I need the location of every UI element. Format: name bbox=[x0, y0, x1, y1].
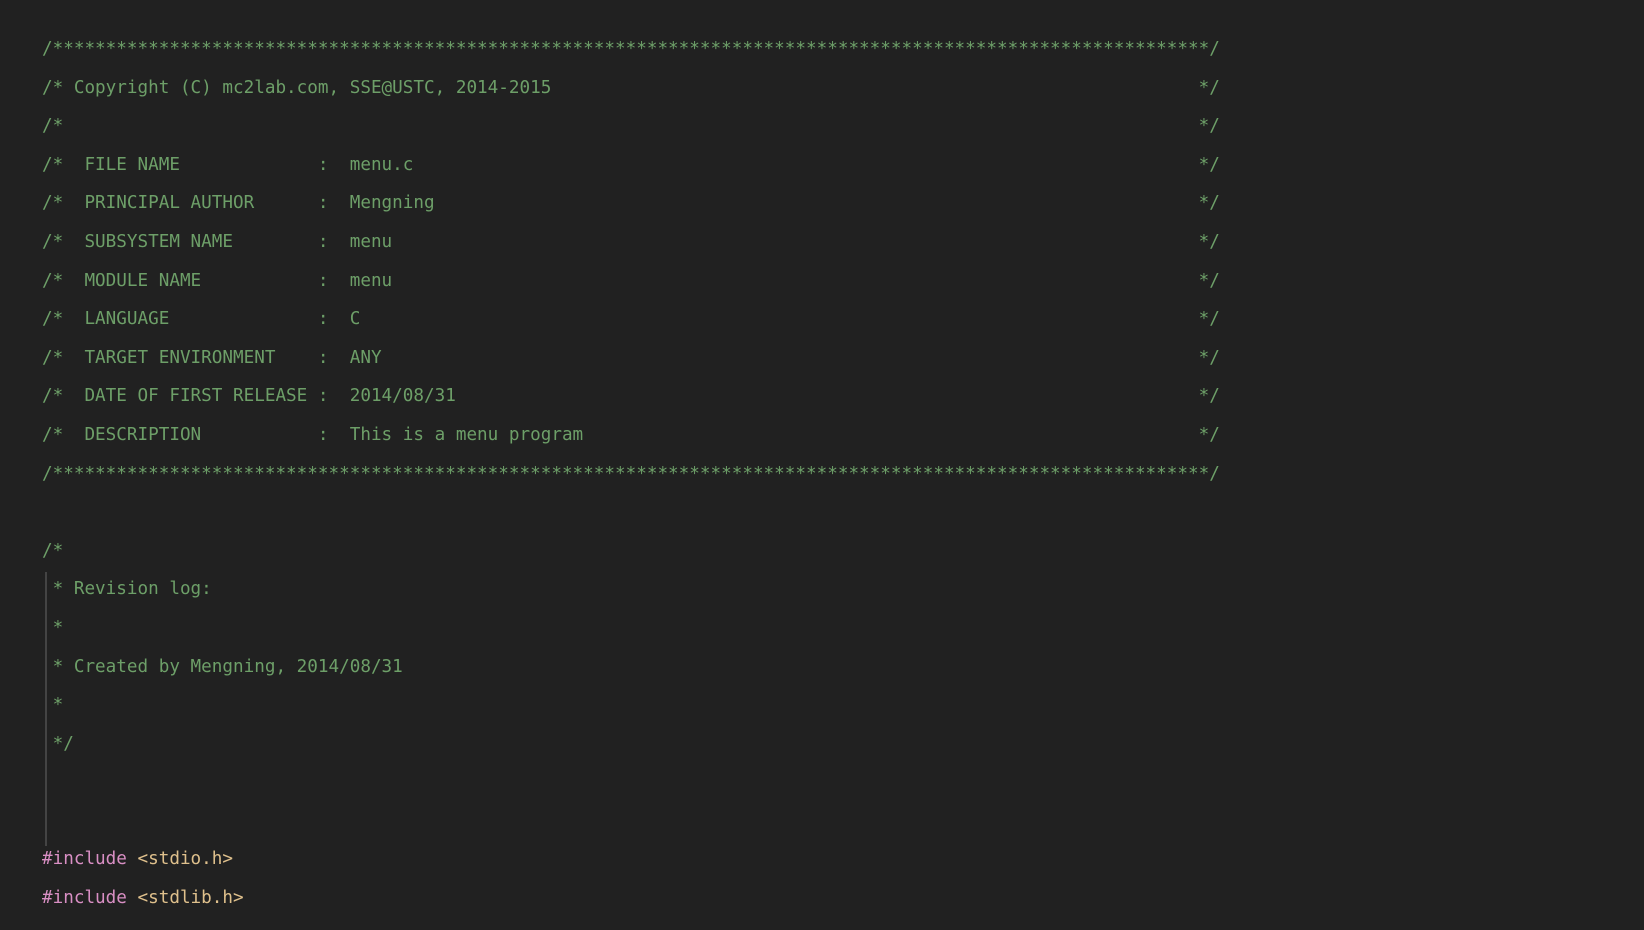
comment-text: * bbox=[42, 617, 64, 638]
code-line[interactable] bbox=[0, 763, 1644, 802]
comment-text: * Revision log: bbox=[42, 579, 212, 600]
code-line[interactable]: /* SUBSYSTEM NAME : menu */ bbox=[0, 223, 1644, 262]
comment-text: /* LANGUAGE : C */ bbox=[42, 309, 1220, 330]
comment-text: */ bbox=[42, 733, 74, 754]
code-line[interactable]: /* MODULE NAME : menu */ bbox=[0, 262, 1644, 301]
code-line[interactable]: /* DATE OF FIRST RELEASE : 2014/08/31 */ bbox=[0, 377, 1644, 416]
comment-text: /* DESCRIPTION : This is a menu program … bbox=[42, 424, 1220, 445]
code-line[interactable]: /***************************************… bbox=[0, 30, 1644, 69]
comment-text: /* MODULE NAME : menu */ bbox=[42, 270, 1220, 291]
code-line[interactable]: #include <stdlib.h> bbox=[0, 879, 1644, 918]
code-line[interactable]: /* */ bbox=[0, 107, 1644, 146]
code-editor-pane[interactable]: /***************************************… bbox=[0, 0, 1644, 930]
comment-text: /* Copyright (C) mc2lab.com, SSE@USTC, 2… bbox=[42, 77, 1220, 98]
comment-text: /***************************************… bbox=[42, 39, 1220, 59]
include-path: <stdio.h> bbox=[126, 849, 234, 870]
comment-text: /* TARGET ENVIRONMENT : ANY */ bbox=[42, 347, 1220, 368]
code-line[interactable]: * Created by Mengning, 2014/08/31 bbox=[0, 648, 1644, 687]
comment-text: * Created by Mengning, 2014/08/31 bbox=[42, 656, 403, 677]
comment-text: /* DATE OF FIRST RELEASE : 2014/08/31 */ bbox=[42, 386, 1220, 407]
code-line[interactable] bbox=[0, 802, 1644, 841]
comment-text: /* */ bbox=[42, 116, 1220, 137]
code-line[interactable]: /* Copyright (C) mc2lab.com, SSE@USTC, 2… bbox=[0, 69, 1644, 108]
code-line[interactable]: * Revision log: bbox=[0, 570, 1644, 609]
code-line[interactable]: /* DESCRIPTION : This is a menu program … bbox=[0, 416, 1644, 455]
code-line[interactable]: /* PRINCIPAL AUTHOR : Mengning */ bbox=[0, 184, 1644, 223]
code-line[interactable]: /* LANGUAGE : C */ bbox=[0, 300, 1644, 339]
code-line[interactable]: * bbox=[0, 686, 1644, 725]
code-line[interactable]: /* FILE NAME : menu.c */ bbox=[0, 146, 1644, 185]
comment-text: /* PRINCIPAL AUTHOR : Mengning */ bbox=[42, 193, 1220, 214]
comment-text: * bbox=[42, 695, 64, 716]
comment-text: /***************************************… bbox=[42, 463, 1220, 484]
code-line[interactable]: /* TARGET ENVIRONMENT : ANY */ bbox=[0, 339, 1644, 378]
code-line[interactable]: * bbox=[0, 609, 1644, 648]
comment-text: /* SUBSYSTEM NAME : menu */ bbox=[42, 231, 1220, 252]
preprocessor-directive: #include bbox=[42, 849, 127, 870]
code-line[interactable]: */ bbox=[0, 725, 1644, 764]
include-path: <stdlib.h> bbox=[126, 888, 244, 909]
comment-text: /* FILE NAME : menu.c */ bbox=[42, 154, 1220, 175]
code-text-surface[interactable]: /***************************************… bbox=[0, 30, 1644, 918]
code-line[interactable]: /* bbox=[0, 532, 1644, 571]
code-line[interactable]: /***************************************… bbox=[0, 455, 1644, 494]
preprocessor-directive: #include bbox=[42, 888, 127, 909]
code-line[interactable]: #include <stdio.h> bbox=[0, 840, 1644, 879]
comment-text: /* bbox=[42, 540, 64, 561]
code-line[interactable] bbox=[0, 493, 1644, 532]
